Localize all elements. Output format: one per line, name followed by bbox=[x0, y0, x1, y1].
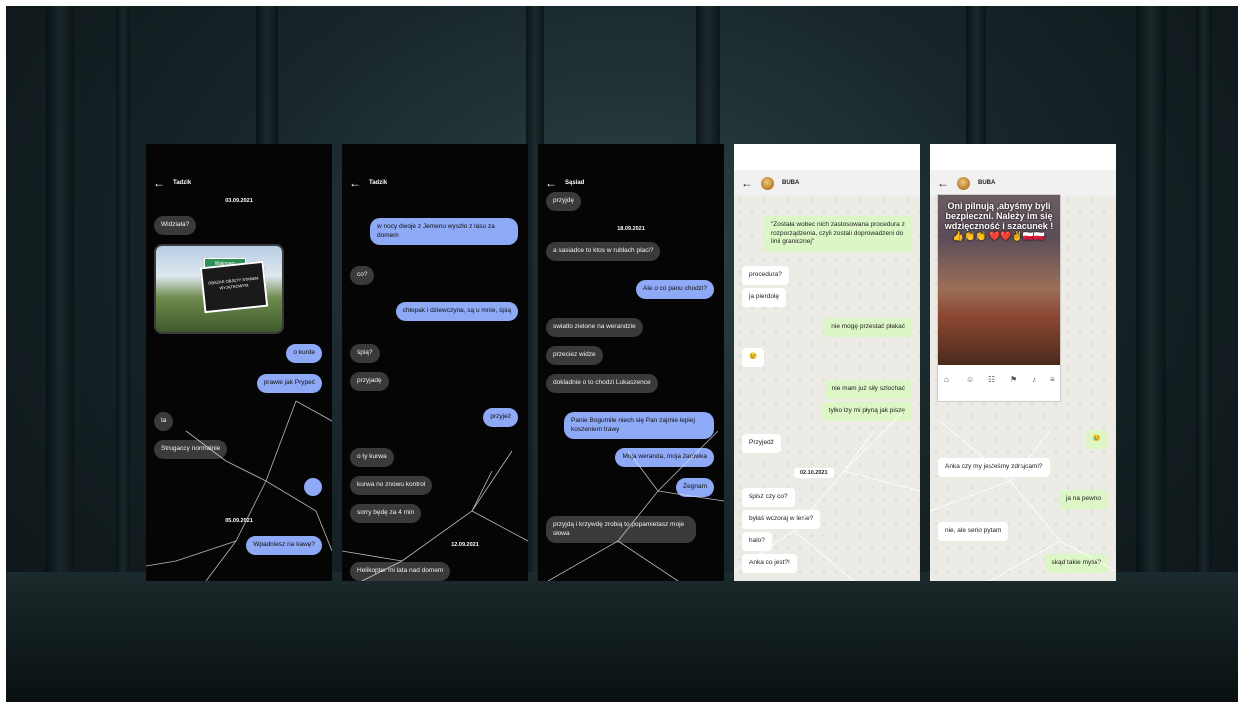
tree-trunk bbox=[1136, 6, 1166, 612]
contact-name: Sąsiad bbox=[565, 180, 585, 186]
message-incoming: nie, ale serio pytam bbox=[938, 522, 1009, 541]
facebook-nav-bar: ⌂ ☺ ☷ ⚑ ♪ ≡ bbox=[938, 365, 1060, 401]
friends-icon: ☺ bbox=[966, 375, 975, 384]
chat-header: ← Tadzik bbox=[146, 170, 332, 196]
home-icon: ⌂ bbox=[944, 375, 949, 384]
message-outgoing: Żegnam bbox=[676, 478, 714, 497]
message-incoming: o ty kurwa bbox=[350, 448, 394, 467]
message-incoming: Strugaccy normalnie bbox=[154, 440, 228, 459]
message-incoming: Anka czy my jesteśmy zdrajcami? bbox=[938, 458, 1050, 477]
frame-border bbox=[0, 702, 1244, 708]
tree-trunk bbox=[46, 6, 74, 612]
message-incoming: Widziała? bbox=[154, 216, 197, 235]
frame-border bbox=[0, 0, 6, 708]
message-outgoing-sticker bbox=[304, 478, 322, 496]
chat-screen-buba-1: ← BUBA "Została wobec nich zastosowana p… bbox=[734, 144, 920, 581]
back-arrow-icon[interactable]: ← bbox=[349, 177, 361, 189]
message-incoming: halo? bbox=[742, 532, 772, 551]
message-incoming: ta bbox=[154, 412, 174, 431]
frame-border bbox=[1238, 0, 1244, 708]
message-incoming: a sasiadce to ktos w rublach placi? bbox=[546, 242, 661, 261]
bell-icon: ♪ bbox=[1032, 375, 1036, 384]
message-outgoing: nie mogę przestać płakać bbox=[824, 318, 912, 337]
message-incoming: kurwa no znowu kontrol bbox=[350, 476, 433, 495]
date-separator: 03.09.2021 bbox=[225, 198, 253, 204]
back-arrow-icon[interactable]: ← bbox=[545, 177, 557, 189]
message-incoming: swiatlo zielone na werandzie bbox=[546, 318, 643, 337]
message-outgoing: Moja weranda, moja żarówka bbox=[615, 448, 714, 467]
message-incoming: procedura? bbox=[742, 266, 789, 285]
message-incoming: dokladnie o to chodzi Lukaszence bbox=[546, 374, 658, 393]
message-outgoing: chłopak i dziewczyna, są u mnie, śpią bbox=[395, 302, 518, 321]
message-outgoing: tylko łzy mi płyną jak piszę bbox=[821, 402, 912, 421]
message-outgoing: skąd takie myśli? bbox=[1044, 554, 1108, 573]
chat-screen-buba-2: ← BUBA Oni pilnują ,abyśmy byli bezpiecz… bbox=[930, 144, 1116, 581]
message-incoming: byłaś wczoraj w lesie? bbox=[742, 510, 821, 529]
chat-header: ← Tadzik bbox=[342, 170, 528, 196]
message-outgoing: prawie jak Prypeć bbox=[256, 374, 322, 393]
message-outgoing: Ale o co panu chodzi? bbox=[636, 280, 714, 299]
message-incoming: Helikopter mi lata nad domem bbox=[350, 562, 451, 581]
post-title: Oni pilnują ,abyśmy byli bezpieczni. Nal… bbox=[944, 201, 1054, 241]
chat-screen-tadzik-1: ← Tadzik 03.09.2021 Widziała? Wajnowo OB… bbox=[146, 144, 332, 581]
contact-name: Tadzik bbox=[173, 180, 192, 186]
message-incoming: śpią? bbox=[350, 344, 380, 363]
message-outgoing: ja na pewno bbox=[1058, 490, 1108, 509]
tree-trunk bbox=[116, 6, 130, 612]
message-incoming: sorry będę za 4 min bbox=[350, 504, 422, 523]
zone-sign-text: OBSZAR OBJĘTY STANEM WYJĄTKOWYM bbox=[207, 275, 259, 291]
zone-sign: OBSZAR OBJĘTY STANEM WYJĄTKOWYM bbox=[199, 260, 269, 314]
back-arrow-icon[interactable]: ← bbox=[937, 177, 949, 189]
message-outgoing: w nocy dwoje z Jemenu wyszło z lasu za d… bbox=[370, 218, 518, 245]
menu-icon: ≡ bbox=[1050, 375, 1055, 384]
contact-name: BUBA bbox=[978, 180, 996, 186]
message-incoming: Anka co jest?! bbox=[742, 554, 797, 573]
message-incoming: co? bbox=[350, 266, 375, 285]
chat-screen-sasiad: ← Sąsiad przyjdę 18.09.2021 a sasiadce t… bbox=[538, 144, 724, 581]
message-incoming: Przyjedź bbox=[742, 434, 781, 453]
message-incoming: przyjdę bbox=[546, 192, 581, 211]
message-incoming: 😢 bbox=[742, 348, 765, 367]
message-incoming: przyjadę bbox=[350, 372, 389, 391]
date-separator: 05.09.2021 bbox=[225, 518, 253, 524]
message-outgoing: Panie Bogumile niech się Pan zajmie lepi… bbox=[564, 412, 714, 439]
contact-name: BUBA bbox=[782, 180, 800, 186]
back-arrow-icon[interactable]: ← bbox=[741, 177, 753, 189]
message-incoming: ja pierdolę bbox=[742, 288, 786, 307]
message-outgoing: o kurde bbox=[286, 344, 322, 363]
message-outgoing: 😢 bbox=[1085, 430, 1108, 449]
flag-icon: ⚑ bbox=[1010, 375, 1018, 384]
message-outgoing: nie mam już siły szlochać bbox=[824, 380, 912, 399]
message-incoming: przyjdą i krzywdę zrobią to popamietasz … bbox=[546, 516, 696, 543]
message-outgoing: przyjeż bbox=[483, 408, 518, 427]
contact-name: Tadzik bbox=[369, 180, 388, 186]
tree-trunk bbox=[1196, 6, 1212, 612]
avatar[interactable] bbox=[957, 176, 970, 190]
shared-screenshot[interactable]: Oni pilnują ,abyśmy byli bezpieczni. Nal… bbox=[937, 194, 1061, 402]
message-outgoing: "Została wobec nich zastosowana procedur… bbox=[764, 216, 912, 252]
date-separator: 12.09.2021 bbox=[451, 542, 479, 548]
date-separator: 18.09.2021 bbox=[617, 226, 645, 232]
chat-screen-tadzik-2: ← Tadzik w nocy dwoje z Jemenu wyszło z … bbox=[342, 144, 528, 581]
forest-floor bbox=[6, 572, 1238, 702]
chat-header: ← BUBA bbox=[734, 170, 920, 196]
status-bar bbox=[930, 144, 1116, 170]
back-arrow-icon[interactable]: ← bbox=[153, 177, 165, 189]
status-bar bbox=[734, 144, 920, 170]
avatar[interactable] bbox=[761, 176, 774, 190]
message-incoming: śpisz czy co? bbox=[742, 488, 795, 507]
chat-header: ← BUBA bbox=[930, 170, 1116, 196]
message-incoming: przeciez widze bbox=[546, 346, 603, 365]
date-separator: 02.10.2021 bbox=[794, 468, 834, 478]
photo-attachment[interactable]: Wajnowo OBSZAR OBJĘTY STANEM WYJĄTKOWYM bbox=[154, 244, 284, 334]
groups-icon: ☷ bbox=[988, 375, 996, 384]
message-outgoing: Wpadniesz na kawę? bbox=[246, 536, 322, 555]
frame-border bbox=[0, 0, 1244, 6]
